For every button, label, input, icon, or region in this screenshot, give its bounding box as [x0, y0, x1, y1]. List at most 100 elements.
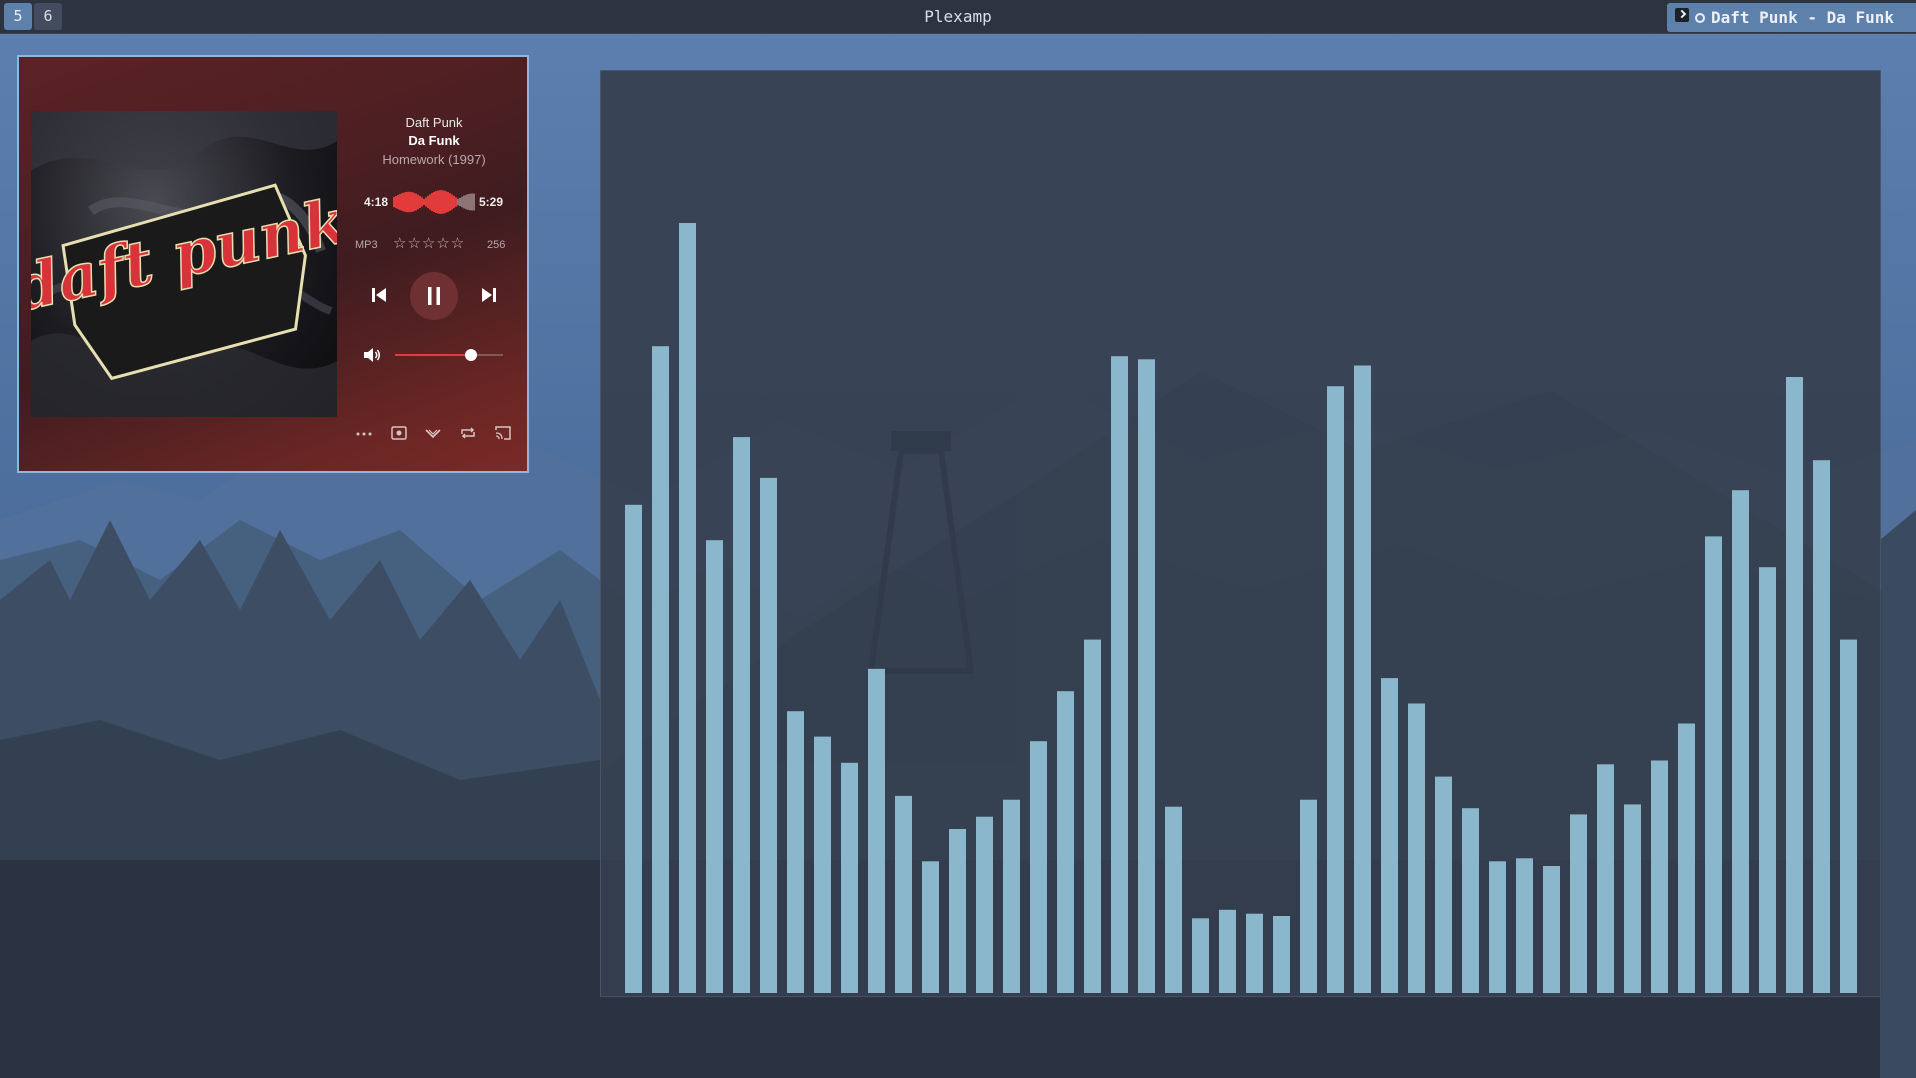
visualizer-bar: [976, 816, 993, 993]
album-title[interactable]: Homework (1997): [349, 152, 519, 167]
waveform-segment: [411, 192, 413, 212]
waveform-segment: [467, 194, 469, 210]
pause-icon: [428, 287, 440, 305]
now-playing-widget[interactable]: Daft Punk - Da Funk: [1667, 3, 1916, 32]
visualizer-bar: [706, 540, 723, 993]
waveform-segment: [447, 192, 449, 212]
skip-next-icon: [482, 288, 496, 302]
visualizer-bar: [787, 711, 804, 993]
visualizer-bar: [1138, 359, 1155, 993]
visualizer-bar: [1111, 356, 1128, 993]
visualizer-bar: [1813, 460, 1830, 993]
waveform-segment: [471, 193, 473, 211]
visualizer-bar: [1273, 916, 1290, 993]
visualizer-bar: [1003, 799, 1020, 993]
waveform-segment: [393, 196, 395, 208]
waveform-seekbar[interactable]: [393, 187, 475, 217]
waveform-segment: [427, 195, 429, 209]
rating-stars[interactable]: ☆☆☆☆☆: [393, 234, 465, 252]
waveform-segment: [445, 191, 447, 213]
visualizer-bar: [1084, 639, 1101, 993]
visualizer-bar: [1246, 913, 1263, 993]
waveform-segment: [443, 190, 445, 214]
waveform-segment: [395, 195, 397, 209]
waveform-segment: [421, 197, 423, 207]
visualizer-bar: [949, 829, 966, 993]
more-options-button[interactable]: [355, 425, 373, 441]
visualizer-bar: [1597, 764, 1614, 993]
visualizer-bar: [679, 223, 696, 993]
visualizer-bar: [1543, 866, 1560, 994]
visualizer-bar: [1192, 918, 1209, 993]
waveform-segment: [409, 191, 411, 213]
visualizer-bar: [1300, 799, 1317, 993]
next-track-button[interactable]: [479, 285, 499, 305]
waveform-segment: [463, 195, 465, 209]
total-time: 5:29: [479, 195, 504, 209]
top-panel: 5 6 Plexamp Daft Punk - Da Funk: [0, 0, 1916, 34]
visualizer-bar: [1840, 639, 1857, 993]
waveform-segment: [441, 190, 443, 214]
visualizer-bar: [1327, 386, 1344, 993]
bitrate-label: 256: [487, 239, 506, 251]
visualizer-bar: [1732, 490, 1749, 993]
cast-button[interactable]: [494, 425, 512, 441]
track-title[interactable]: Da Funk: [349, 133, 519, 148]
waveform-segment: [429, 194, 431, 210]
repeat-icon: [461, 427, 475, 439]
waveform-segment: [419, 195, 421, 209]
waveform-segment: [401, 193, 403, 211]
waveform-segment: [451, 194, 453, 210]
visualizer-bar: [1705, 536, 1722, 993]
visualizer-bar: [841, 762, 858, 993]
terminal-icon: [1675, 8, 1689, 22]
previous-track-button[interactable]: [369, 285, 389, 305]
waveform-segment: [459, 197, 461, 207]
format-label: MP3: [355, 239, 378, 251]
volume-knob[interactable]: [464, 349, 477, 361]
visualizer-bar: [1516, 858, 1533, 994]
visualizer-bar: [1435, 776, 1452, 993]
visualizer-bar: [1624, 804, 1641, 994]
visualizer-bar: [1651, 760, 1668, 993]
visualizer-bar: [1165, 806, 1182, 993]
waveform-segment: [461, 196, 463, 208]
waveform-segment: [425, 197, 427, 207]
repeat-button[interactable]: [459, 425, 477, 441]
visualizer-bar: [1408, 703, 1425, 993]
visualizer-bar: [868, 668, 885, 993]
visualizer-bar: [1219, 909, 1236, 993]
lyrics-icon: [391, 426, 407, 440]
waveform-segment: [473, 193, 475, 211]
visualizer-bar: [652, 346, 669, 993]
play-pause-button[interactable]: [410, 272, 458, 320]
visualizer-bar: [922, 861, 939, 993]
visualizer-bar: [1462, 808, 1479, 993]
volume-slider[interactable]: [395, 349, 503, 361]
audio-visualizer-window: [600, 70, 1882, 998]
waveform-segment: [397, 194, 399, 210]
visualizer-bar: [814, 736, 831, 993]
waveform-segment: [413, 192, 415, 212]
now-playing-text: Daft Punk - Da Funk: [1711, 8, 1895, 27]
visualizer-bar: [760, 477, 777, 993]
artist-name[interactable]: Daft Punk: [349, 115, 519, 130]
visualizer-bar: [1030, 741, 1047, 993]
visualizer-bar: [1354, 365, 1371, 993]
waveform-segment: [399, 193, 401, 211]
visualizer-bars: [601, 223, 1882, 998]
visualizer-bar: [1786, 377, 1803, 993]
focused-window-title: Plexamp: [924, 7, 992, 26]
waveform-segment: [405, 192, 407, 212]
visualizer-bar: [895, 795, 912, 993]
waveform-segment: [449, 193, 451, 211]
waveform-segment: [455, 197, 457, 207]
circle-icon: [1695, 13, 1705, 23]
collapse-button[interactable]: [424, 425, 442, 441]
waveform-segment: [403, 192, 405, 212]
album-art: daft punk: [31, 111, 337, 417]
lyrics-button[interactable]: [390, 425, 408, 441]
speaker-icon[interactable]: [363, 347, 381, 363]
waveform-segment: [457, 198, 459, 206]
waveform-segment: [417, 194, 419, 210]
